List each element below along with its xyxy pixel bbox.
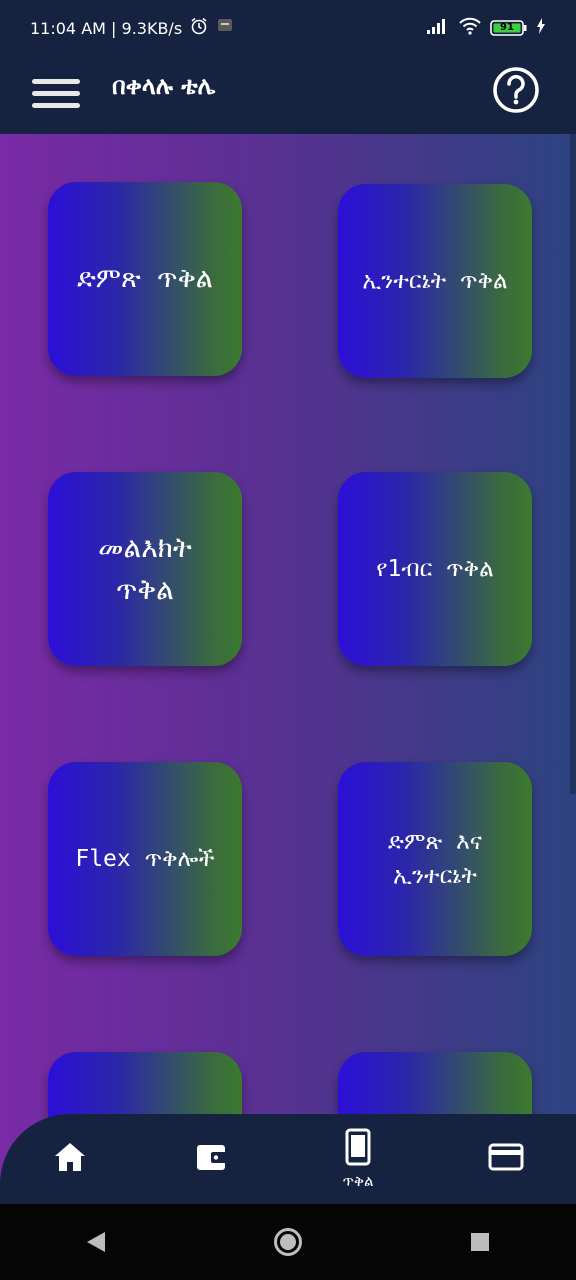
battery-level: 91: [500, 22, 514, 33]
help-icon[interactable]: [492, 66, 540, 114]
recents-icon[interactable]: [450, 1212, 510, 1272]
wifi-icon: [458, 17, 482, 39]
menu-line: [32, 79, 80, 84]
tile-voice-and-internet[interactable]: ድምጽ እና ኢንተርኔት: [338, 762, 532, 956]
tile-flex-packages[interactable]: Flex ጥቅሎች: [48, 762, 242, 956]
status-time-network: 11:04 AM | 9.3KB/s: [30, 18, 183, 38]
scrollbar[interactable]: [570, 134, 576, 794]
tile-label: ድምጽ ጥቅል: [77, 263, 213, 294]
menu-icon[interactable]: [32, 72, 80, 112]
card-icon: [488, 1142, 524, 1176]
status-bar: 11:04 AM | 9.3KB/s 91: [0, 0, 576, 56]
system-nav-bar: [0, 1204, 576, 1280]
app-title: በቀላሉ ቴሌ: [112, 72, 216, 100]
nav-card[interactable]: [476, 1114, 536, 1204]
wallet-icon: [195, 1141, 229, 1177]
battery-icon: 91: [490, 19, 528, 37]
signal-icon: [426, 17, 450, 39]
home-icon: [53, 1141, 87, 1177]
menu-line: [32, 103, 80, 108]
tile-label: የ1ብር ጥቅል: [376, 556, 494, 582]
charging-icon: [536, 18, 546, 38]
bottom-nav: ጥቅል: [0, 1114, 576, 1204]
phone-icon: [344, 1128, 372, 1170]
tile-1birr-package[interactable]: የ1ብር ጥቅል: [338, 472, 532, 666]
tile-message-package[interactable]: መልእክት ጥቅል: [48, 472, 242, 666]
nav-package[interactable]: ጥቅል: [318, 1114, 398, 1204]
tile-label: Flex ጥቅሎች: [75, 846, 215, 872]
tile-label: መልእክት ጥቅል: [98, 531, 192, 606]
nav-wallet[interactable]: [182, 1114, 242, 1204]
tile-label: ኢንተርኔት ጥቅል: [362, 268, 508, 294]
tile-voice-package[interactable]: ድምጽ ጥቅል: [48, 182, 242, 376]
back-icon[interactable]: [66, 1212, 126, 1272]
tile-grid[interactable]: ድምጽ ጥቅል ኢንተርኔት ጥቅል መልእክት ጥቅል የ1ብር ጥቅል Fl…: [0, 134, 576, 1204]
app-bar: በቀላሉ ቴሌ: [0, 56, 576, 134]
tile-internet-package[interactable]: ኢንተርኔት ጥቅል: [338, 184, 532, 378]
nav-package-label: ጥቅል: [342, 1172, 374, 1190]
status-right: 91: [426, 17, 546, 39]
menu-line: [32, 91, 80, 96]
home-circle-icon[interactable]: [258, 1212, 318, 1272]
tile-label: ድምጽ እና ኢንተርኔት: [388, 829, 482, 889]
alarm-icon: [190, 17, 208, 39]
chat-icon: [216, 17, 234, 39]
status-left: 11:04 AM | 9.3KB/s: [30, 17, 234, 39]
nav-home[interactable]: [40, 1114, 100, 1204]
